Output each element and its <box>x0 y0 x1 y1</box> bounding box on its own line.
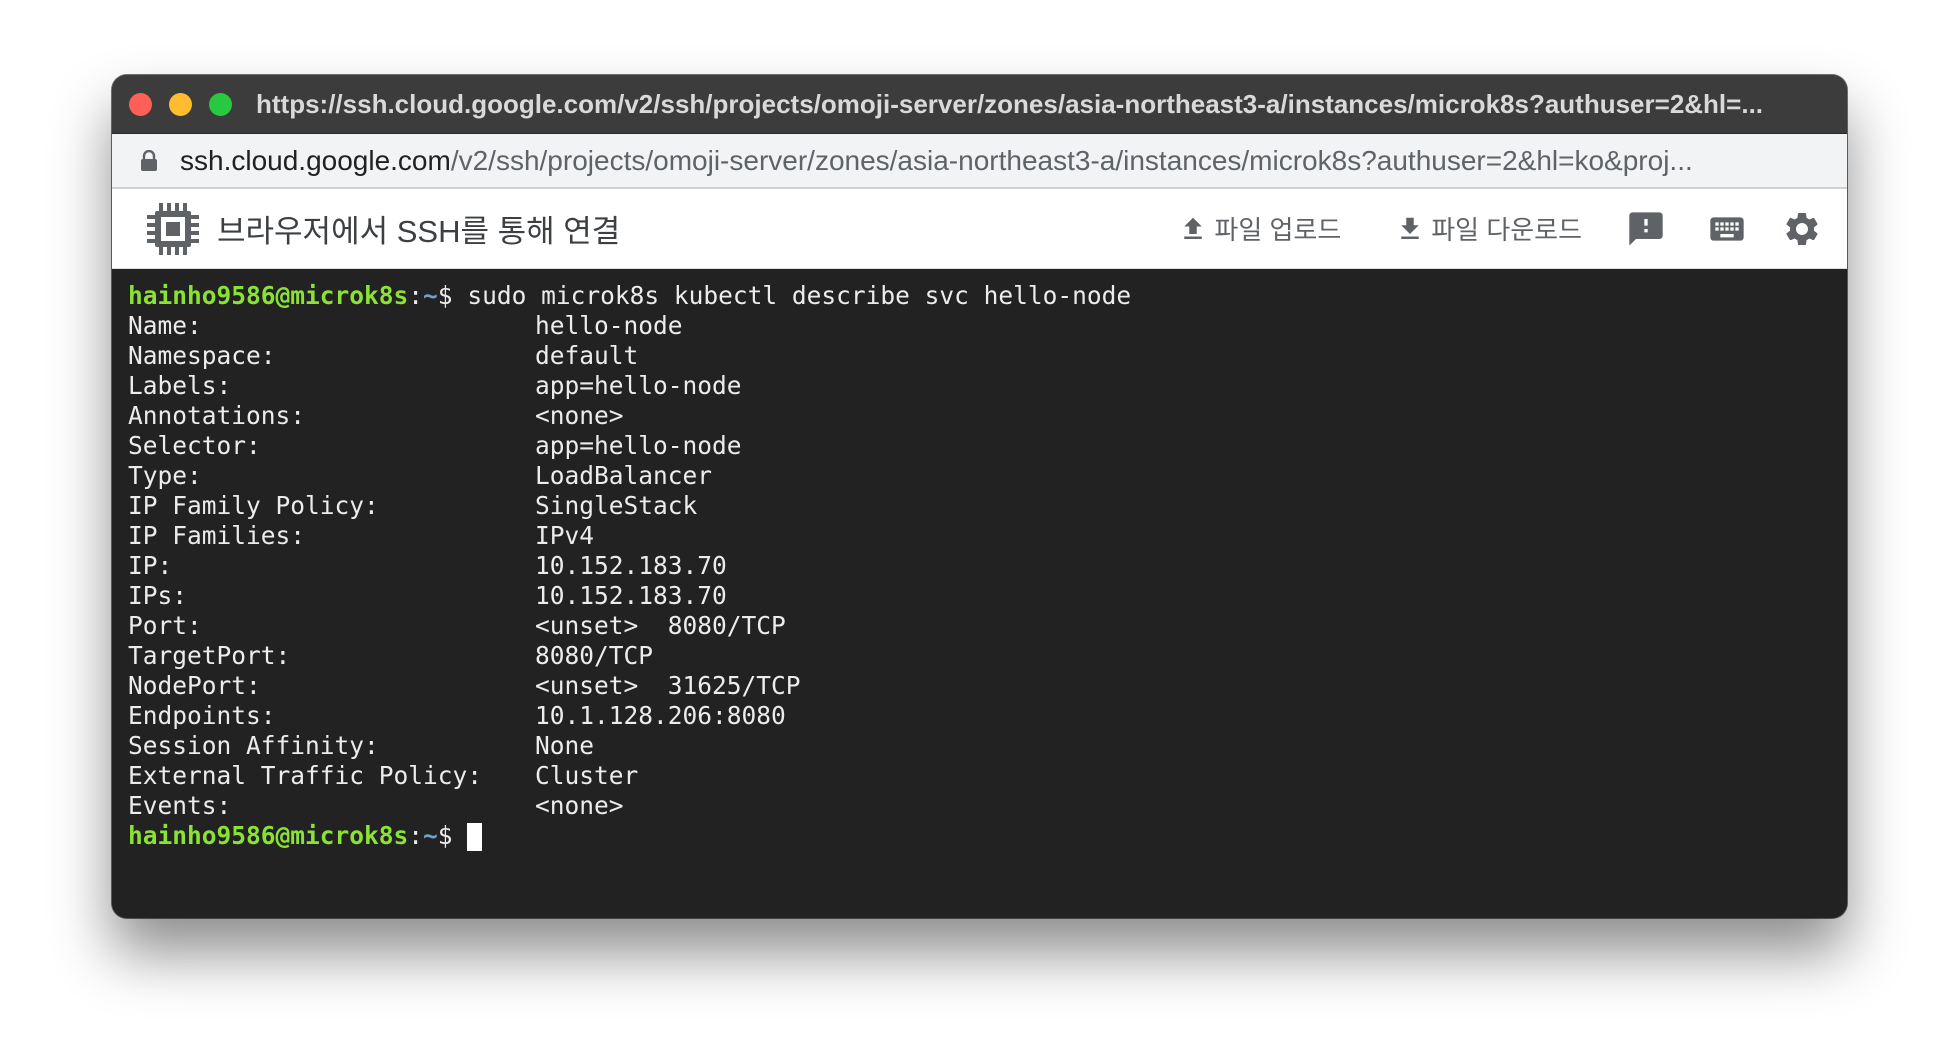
output-row: Annotations: <none> <box>128 401 1847 431</box>
output-key: IP Family Policy: <box>128 491 379 520</box>
lock-icon <box>141 149 157 171</box>
address-bar[interactable]: ssh.cloud.google.com/v2/ssh/projects/omo… <box>112 134 1847 189</box>
command-line: hainho9586@microk8s:~$ sudo microk8s kub… <box>128 281 1847 311</box>
output-value: hello-node <box>535 311 683 340</box>
prompt-symbol: $ <box>437 281 468 310</box>
output-row: IP Family Policy: SingleStack <box>128 491 1847 521</box>
output-row: Type: LoadBalancer <box>128 461 1847 491</box>
prompt-separator: : <box>408 281 424 310</box>
output-value: <unset> 8080/TCP <box>535 611 786 640</box>
ssh-toolbar: 브라우저에서 SSH를 통해 연결 파일 업로드 파일 다운로드 <box>112 189 1847 269</box>
window-title: https://ssh.cloud.google.com/v2/ssh/proj… <box>256 88 1764 119</box>
output-value: 8080/TCP <box>535 641 654 670</box>
output-value: <none> <box>535 791 624 820</box>
download-file-button[interactable]: 파일 다운로드 <box>1395 210 1582 247</box>
output-key: Events: <box>128 791 232 820</box>
output-key: NodePort: <box>128 671 261 700</box>
output-key: IP: <box>128 551 173 580</box>
url-path: /v2/ssh/projects/omoji-server/zones/asia… <box>450 144 1693 176</box>
output-key: Port: <box>128 611 202 640</box>
download-icon <box>1401 217 1419 239</box>
minimize-window-button[interactable] <box>169 92 192 116</box>
settings-button[interactable] <box>1782 209 1822 249</box>
command-text: sudo microk8s kubectl describe svc hello… <box>467 281 1132 310</box>
output-row: Port: <unset> 8080/TCP <box>128 611 1847 641</box>
url-text[interactable]: ssh.cloud.google.com/v2/ssh/projects/omo… <box>180 145 1800 177</box>
prompt-user: hainho9586@microk8s <box>128 281 409 310</box>
output-value: app=hello-node <box>535 371 742 400</box>
output-row: NodePort: <unset> 31625/TCP <box>128 671 1847 701</box>
prompt-path: ~ <box>423 821 438 850</box>
terminal-cursor <box>467 823 483 851</box>
output-key: Annotations: <box>128 401 306 430</box>
url-host: ssh.cloud.google.com <box>180 144 451 176</box>
upload-file-button[interactable]: 파일 업로드 <box>1178 210 1341 247</box>
output-row: IPs: 10.152.183.70 <box>128 581 1847 611</box>
output-row: IP: 10.152.183.70 <box>128 551 1847 581</box>
output-key: Namespace: <box>128 341 276 370</box>
output-row: External Traffic Policy: Cluster <box>128 761 1847 791</box>
feedback-button[interactable] <box>1626 209 1666 249</box>
output-value: None <box>535 731 595 760</box>
output-row: Endpoints: 10.1.128.206:8080 <box>128 701 1847 731</box>
upload-file-label: 파일 업로드 <box>1214 215 1342 245</box>
output-row: Session Affinity: None <box>128 731 1847 761</box>
upload-icon <box>1184 217 1203 239</box>
download-file-label: 파일 다운로드 <box>1431 215 1582 245</box>
output-key: Session Affinity: <box>128 731 379 760</box>
output-row: Labels: app=hello-node <box>128 371 1847 401</box>
output-value: 10.152.183.70 <box>535 581 727 610</box>
output-value: <unset> 31625/TCP <box>535 671 801 700</box>
settings-icon <box>1786 212 1818 245</box>
output-value: app=hello-node <box>535 431 742 460</box>
output-key: Type: <box>128 461 202 490</box>
output-value: 10.152.183.70 <box>535 551 727 580</box>
maximize-window-button[interactable] <box>209 92 232 116</box>
close-window-button[interactable] <box>129 92 152 116</box>
output-row: IP Families: IPv4 <box>128 521 1847 551</box>
terminal[interactable]: hainho9586@microk8s:~$ sudo microk8s kub… <box>112 269 1847 918</box>
output-value: default <box>535 341 639 370</box>
output-value: 10.1.128.206:8080 <box>535 701 786 730</box>
output-key: Labels: <box>128 371 232 400</box>
feedback-icon <box>1629 211 1663 246</box>
output-row: Selector: app=hello-node <box>128 431 1847 461</box>
keyboard-button[interactable] <box>1704 209 1750 249</box>
prompt-path: ~ <box>423 281 438 310</box>
output-value: IPv4 <box>535 521 595 550</box>
prompt-symbol: $ <box>437 821 468 850</box>
chip-icon <box>147 202 199 255</box>
output-value: LoadBalancer <box>535 461 713 490</box>
output-key: Endpoints: <box>128 701 276 730</box>
output-key: Selector: <box>128 431 261 460</box>
window-controls <box>129 92 232 116</box>
output-value: Cluster <box>535 761 639 790</box>
prompt-line[interactable]: hainho9586@microk8s:~$ <box>128 821 1847 851</box>
output-row: Name: hello-node <box>128 311 1847 341</box>
keyboard-icon <box>1710 216 1744 241</box>
output-key: Name: <box>128 311 202 340</box>
toolbar-title: 브라우저에서 SSH를 통해 연결 <box>217 214 621 249</box>
output-key: TargetPort: <box>128 641 291 670</box>
output-key: IPs: <box>128 581 188 610</box>
prompt-separator: : <box>408 821 424 850</box>
output-value: SingleStack <box>535 491 698 520</box>
output-key: IP Families: <box>128 521 306 550</box>
prompt-user: hainho9586@microk8s <box>128 821 409 850</box>
output-row: Namespace: default <box>128 341 1847 371</box>
output-row: Events: <none> <box>128 791 1847 821</box>
browser-window: https://ssh.cloud.google.com/v2/ssh/proj… <box>112 75 1847 918</box>
title-bar: https://ssh.cloud.google.com/v2/ssh/proj… <box>112 75 1847 134</box>
output-key: External Traffic Policy: <box>128 761 483 790</box>
output-value: <none> <box>535 401 624 430</box>
output-row: TargetPort: 8080/TCP <box>128 641 1847 671</box>
